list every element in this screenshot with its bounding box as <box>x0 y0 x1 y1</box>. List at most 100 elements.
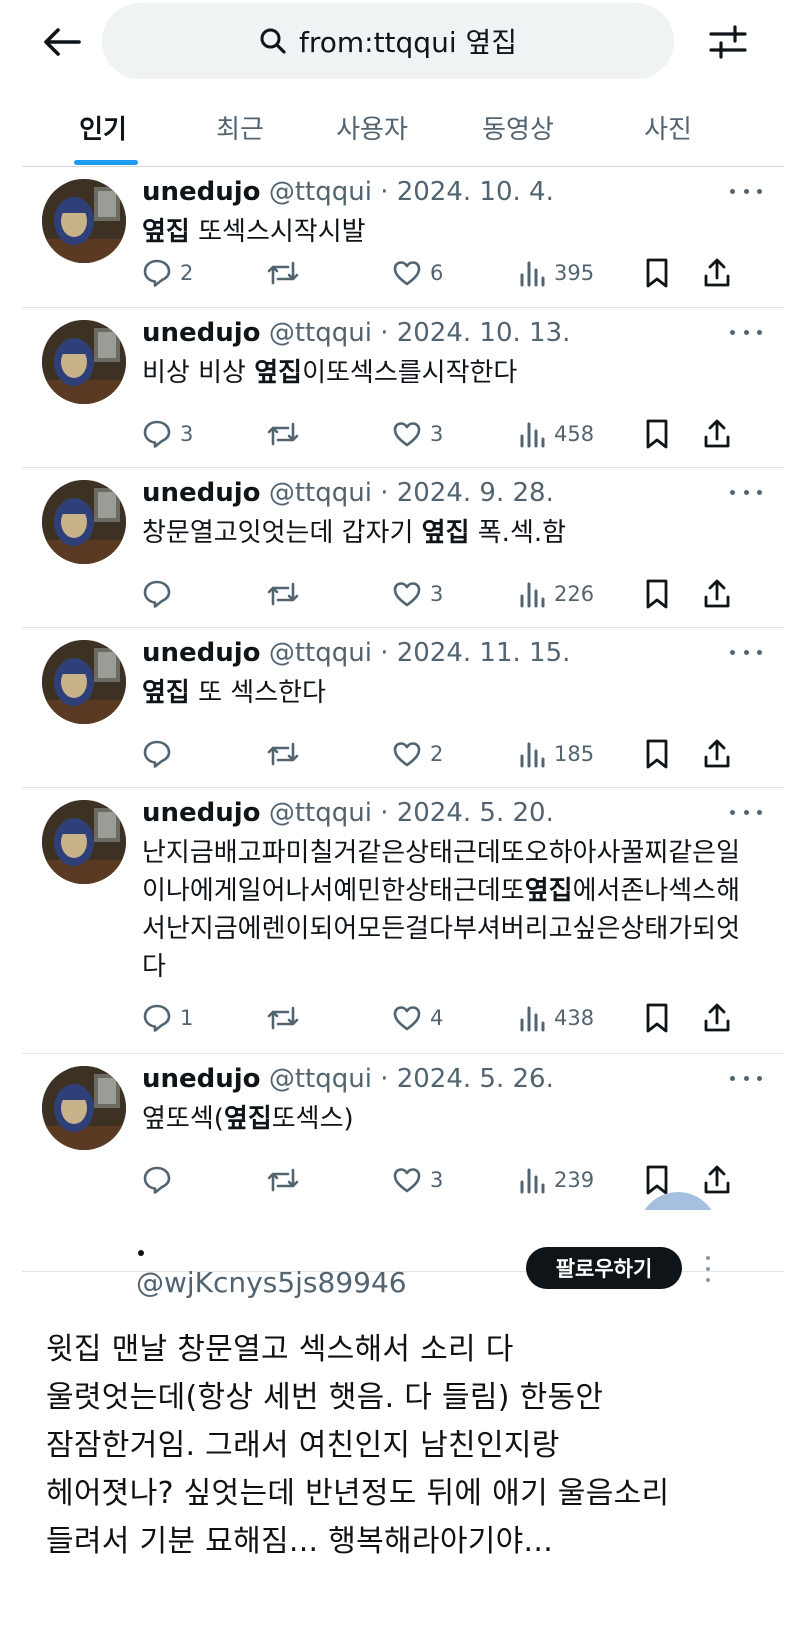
tab-photos[interactable]: 사진 <box>618 92 718 162</box>
heart-icon <box>392 580 422 608</box>
views-button[interactable]: 458 <box>518 414 594 454</box>
caption-line: 헤어졋나? 싶엇는데 반년정도 뒤에 애기 울음소리 <box>46 1476 670 1511</box>
post-author-handle[interactable]: @wjKcnys5js89946 <box>136 1266 407 1299</box>
tab-latest[interactable]: 최근 <box>190 92 290 162</box>
tweet-more-icon[interactable] <box>730 642 762 662</box>
retweet-button[interactable] <box>266 414 300 454</box>
tweet-more-icon[interactable] <box>730 181 762 201</box>
reply-button[interactable]: 2 <box>142 253 193 293</box>
tweet[interactable]: unedujo @ttqqui · 2024. 10. 13. 비상 비상 옆집이… <box>22 308 784 468</box>
tweet[interactable]: unedujo @ttqqui · 2024. 11. 15. 옆집 또 섹스한다… <box>22 628 784 788</box>
reply-button[interactable] <box>142 1160 180 1200</box>
reply-button[interactable] <box>142 734 180 774</box>
retweet-button[interactable] <box>266 574 300 614</box>
like-button[interactable]: 3 <box>392 574 443 614</box>
views-button[interactable]: 239 <box>518 1160 594 1200</box>
avatar[interactable] <box>42 1066 126 1150</box>
share-button[interactable] <box>702 1160 732 1200</box>
reply-button[interactable] <box>142 574 180 614</box>
search-query: from:ttqqui 옆집 <box>298 26 518 59</box>
tweet-more-icon[interactable] <box>730 482 762 502</box>
retweet-button[interactable] <box>266 734 300 774</box>
author-name[interactable]: unedujo <box>142 318 261 348</box>
retweet-button[interactable] <box>266 998 300 1038</box>
like-button[interactable]: 6 <box>392 253 443 293</box>
author-name[interactable]: unedujo <box>142 478 261 508</box>
like-button[interactable]: 2 <box>392 734 443 774</box>
share-icon <box>702 1002 732 1034</box>
views-button[interactable]: 185 <box>518 734 594 774</box>
reply-button[interactable]: 1 <box>142 998 193 1038</box>
follow-button[interactable]: 팔로우하기 <box>526 1247 682 1289</box>
view-count: 395 <box>554 261 595 285</box>
share-button[interactable] <box>702 253 732 293</box>
tab-videos[interactable]: 동영상 <box>468 92 568 162</box>
retweet-button[interactable] <box>266 1160 300 1200</box>
heart-icon <box>392 259 422 287</box>
like-button[interactable]: 4 <box>392 998 443 1038</box>
author-handle-date: @ttqqui · 2024. 5. 26. <box>268 1064 554 1094</box>
avatar[interactable] <box>42 800 126 884</box>
retweet-icon <box>266 1003 300 1033</box>
views-icon <box>518 420 546 448</box>
bookmark-button[interactable] <box>644 574 670 614</box>
retweet-icon <box>266 258 300 288</box>
author-name[interactable]: unedujo <box>142 1064 261 1094</box>
share-button[interactable] <box>702 574 732 614</box>
reply-count: 2 <box>180 261 194 285</box>
tweet[interactable]: unedujo @ttqqui · 2024. 10. 4. 옆집 또섹스시작시발… <box>22 167 784 308</box>
tab-people[interactable]: 사용자 <box>322 92 422 162</box>
bookmark-icon <box>644 257 670 289</box>
tweet[interactable]: unedujo @ttqqui · 2024. 9. 28. 창문열고잇엇는데 갑… <box>22 468 784 628</box>
author-name[interactable]: unedujo <box>142 638 261 668</box>
share-icon <box>702 257 732 289</box>
avatar[interactable] <box>42 640 126 724</box>
tweet-more-icon[interactable] <box>730 322 762 342</box>
retweet-button[interactable] <box>266 253 300 293</box>
reply-icon <box>142 1165 172 1195</box>
like-button[interactable]: 3 <box>392 414 443 454</box>
like-button[interactable]: 3 <box>392 1160 443 1200</box>
avatar[interactable] <box>42 179 126 263</box>
bookmark-button[interactable] <box>644 734 670 774</box>
view-count: 438 <box>554 1006 595 1030</box>
more-options-icon[interactable] <box>700 1256 716 1282</box>
bookmark-button[interactable] <box>644 414 670 454</box>
bookmark-button[interactable] <box>644 998 670 1038</box>
bookmark-button[interactable] <box>644 253 670 293</box>
author-name[interactable]: unedujo <box>142 177 261 207</box>
tweet[interactable]: unedujo @ttqqui · 2024. 5. 26. 옆또섹(옆집또섹스)… <box>22 1054 784 1272</box>
tweet-actions: 3 226 <box>142 574 782 614</box>
views-button[interactable]: 438 <box>518 998 594 1038</box>
reply-button[interactable]: 3 <box>142 414 193 454</box>
search-filter-button[interactable] <box>704 18 752 66</box>
tab-popular[interactable]: 인기 <box>58 92 148 162</box>
like-count: 3 <box>430 582 444 606</box>
screenshot: from:ttqqui 옆집 인기 최근 사용자 동영상 사진 unedujo … <box>0 0 804 1642</box>
author-name[interactable]: unedujo <box>142 798 261 828</box>
views-button[interactable]: 395 <box>518 253 594 293</box>
share-button[interactable] <box>702 414 732 454</box>
like-count: 6 <box>430 261 444 285</box>
heart-icon <box>392 740 422 768</box>
search-input[interactable]: from:ttqqui 옆집 <box>102 3 674 79</box>
tweet-actions: 2 185 <box>142 734 782 774</box>
back-button[interactable] <box>40 20 84 64</box>
reply-icon <box>142 579 172 609</box>
search-icon <box>260 28 286 54</box>
views-button[interactable]: 226 <box>518 574 594 614</box>
like-count: 3 <box>430 422 444 446</box>
heart-icon <box>392 1004 422 1032</box>
arrow-left-icon <box>44 28 81 56</box>
tweet[interactable]: unedujo @ttqqui · 2024. 5. 20. 난지금배고파미칠거같… <box>22 788 784 1054</box>
tweet-header: unedujo @ttqqui · 2024. 10. 13. <box>142 318 570 348</box>
avatar[interactable] <box>42 320 126 404</box>
reply-icon <box>142 258 172 288</box>
tweet-more-icon[interactable] <box>730 802 762 822</box>
avatar[interactable] <box>42 480 126 564</box>
share-button[interactable] <box>702 998 732 1038</box>
tweet-more-icon[interactable] <box>730 1068 762 1088</box>
share-button[interactable] <box>702 734 732 774</box>
tweet-text: 옆집 또섹스시작시발 <box>142 217 366 247</box>
view-count: 239 <box>554 1168 595 1192</box>
